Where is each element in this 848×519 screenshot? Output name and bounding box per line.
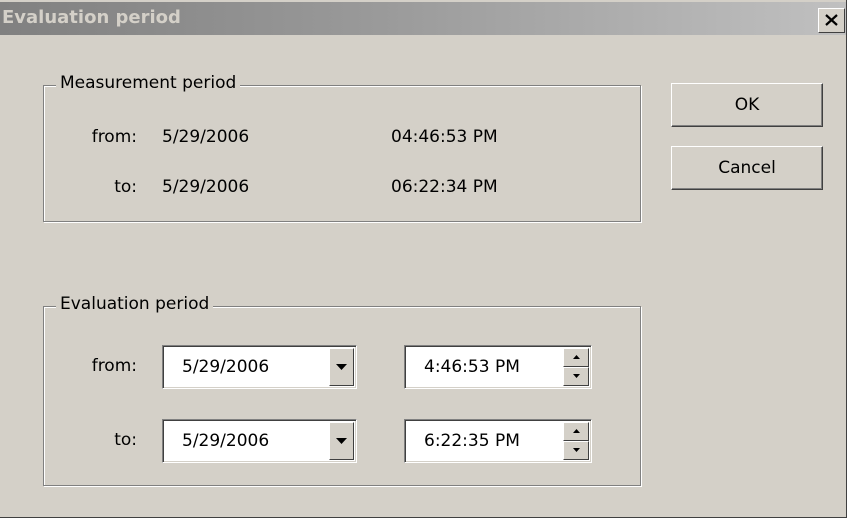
measurement-to-time: 06:22:34 PM (391, 177, 498, 197)
evaluation-to-label: to: (114, 430, 137, 450)
close-button[interactable] (818, 8, 845, 33)
title-bar[interactable]: Evaluation period (0, 2, 846, 35)
evaluation-to-time-spinner[interactable]: 6:22:35 PM (404, 419, 592, 463)
to-time-spin-control (563, 422, 589, 460)
evaluation-to-date-value: 5/29/2006 (182, 431, 270, 451)
measurement-from-date: 5/29/2006 (162, 127, 250, 147)
evaluation-from-date-combobox[interactable]: 5/29/2006 (162, 345, 357, 389)
to-time-spin-down-button[interactable] (563, 441, 589, 460)
window-title: Evaluation period (2, 7, 181, 28)
measurement-to-date: 5/29/2006 (162, 177, 250, 197)
close-icon (825, 14, 838, 26)
from-time-spin-up-button[interactable] (563, 348, 589, 367)
spin-down-icon (573, 374, 580, 378)
evaluation-from-label: from: (91, 356, 137, 376)
spin-up-icon (573, 355, 580, 359)
ok-button[interactable]: OK (671, 83, 823, 127)
evaluation-from-time-value: 4:46:53 PM (424, 357, 520, 377)
cancel-button[interactable]: Cancel (671, 146, 823, 190)
evaluation-period-label: Evaluation period (56, 294, 214, 314)
from-date-dropdown-button[interactable] (329, 348, 354, 386)
to-time-spin-up-button[interactable] (563, 422, 589, 441)
to-date-dropdown-button[interactable] (329, 422, 354, 460)
spin-down-icon (573, 448, 580, 452)
evaluation-to-time-value: 6:22:35 PM (424, 431, 520, 451)
measurement-period-group: Measurement period (43, 73, 641, 222)
measurement-to-label: to: (114, 177, 137, 197)
chevron-down-icon (336, 364, 347, 370)
evaluation-to-date-combobox[interactable]: 5/29/2006 (162, 419, 357, 463)
evaluation-from-time-spinner[interactable]: 4:46:53 PM (404, 345, 592, 389)
evaluation-from-date-value: 5/29/2006 (182, 357, 270, 377)
chevron-down-icon (336, 438, 347, 444)
measurement-period-label: Measurement period (56, 73, 241, 93)
evaluation-period-dialog: Evaluation period Measurement period fro… (0, 0, 847, 518)
from-time-spin-control (563, 348, 589, 386)
from-time-spin-down-button[interactable] (563, 367, 589, 386)
spin-up-icon (573, 429, 580, 433)
measurement-from-time: 04:46:53 PM (391, 127, 498, 147)
measurement-from-label: from: (91, 127, 137, 147)
